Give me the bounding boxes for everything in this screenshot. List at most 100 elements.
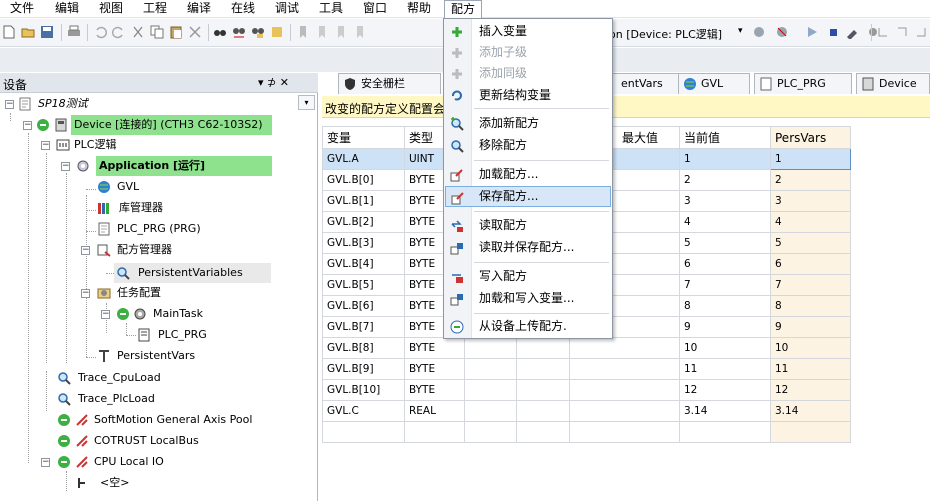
browse-icon[interactable]: [270, 25, 284, 39]
new-file-icon[interactable]: [2, 25, 16, 39]
tree-plc-prg[interactable]: PLC_PRG (PRG): [117, 219, 201, 239]
menu-load-recipe[interactable]: 加载配方...: [445, 164, 611, 185]
bookmark-icon[interactable]: [296, 25, 310, 39]
cell-variable[interactable]: GVL.A: [322, 148, 405, 170]
cell-persvars[interactable]: 4: [770, 211, 851, 233]
cell-persvars[interactable]: 12: [770, 379, 851, 401]
tree-gvl[interactable]: GVL: [117, 177, 139, 197]
tree-local-io[interactable]: CPU Local IO: [94, 452, 164, 472]
menu-view[interactable]: 视图: [93, 0, 129, 18]
tree-trace-plc[interactable]: Trace_PlcLoad: [78, 389, 155, 409]
cell-max[interactable]: [569, 421, 680, 443]
menu-file[interactable]: 文件: [4, 0, 40, 18]
tab-plc-prg[interactable]: PLC_PRG: [754, 73, 852, 94]
cell-type[interactable]: BYTE: [404, 358, 465, 380]
find-icon[interactable]: [213, 25, 227, 39]
tree-application[interactable]: Application [运行]: [96, 156, 272, 176]
menu-online[interactable]: 在线: [225, 0, 261, 18]
cell-variable[interactable]: GVL.B[2]: [322, 211, 405, 233]
logout-icon[interactable]: [775, 25, 789, 39]
cell-type[interactable]: BYTE: [404, 379, 465, 401]
collapse-task-config[interactable]: −: [81, 289, 90, 298]
menu-window[interactable]: 窗口: [357, 0, 393, 18]
menu-add-recipe[interactable]: 添加新配方: [445, 113, 611, 134]
cell-type[interactable]: REAL: [404, 400, 465, 422]
cell-blank-1[interactable]: [464, 379, 517, 401]
cell-current[interactable]: 12: [679, 379, 771, 401]
cell-current[interactable]: 4: [679, 211, 771, 233]
cell-blank-2[interactable]: [516, 379, 570, 401]
tree-library-manager[interactable]: 库管理器: [119, 198, 163, 218]
collapse-plc-logic[interactable]: −: [41, 141, 50, 150]
menu-insert-variable[interactable]: 插入变量: [445, 21, 611, 42]
cell-persvars[interactable]: 7: [770, 274, 851, 296]
menu-project[interactable]: 工程: [137, 0, 173, 18]
bookmark-next-icon[interactable]: [334, 25, 348, 39]
cell-max[interactable]: [569, 379, 680, 401]
delete-icon[interactable]: [188, 25, 202, 39]
tree-softmotion[interactable]: SoftMotion General Axis Pool: [94, 410, 252, 430]
menu-save-recipe[interactable]: 保存配方...: [445, 186, 611, 207]
cell-blank-1[interactable]: [464, 400, 517, 422]
cell-blank-1[interactable]: [464, 358, 517, 380]
start-icon[interactable]: [805, 25, 819, 39]
table-row[interactable]: GVL.B[8] BYTE 10 10: [322, 337, 851, 359]
cell-persvars[interactable]: [770, 421, 851, 443]
cell-variable[interactable]: GVL.B[3]: [322, 232, 405, 254]
step-over-icon[interactable]: [876, 25, 890, 39]
open-folder-icon[interactable]: [21, 25, 35, 39]
cell-current[interactable]: 3.14: [679, 400, 771, 422]
tab-safety-fence[interactable]: 安全栅栏: [338, 73, 441, 94]
cell-persvars[interactable]: 1: [770, 148, 851, 170]
menu-tools[interactable]: 工具: [313, 0, 349, 18]
print-icon[interactable]: [67, 25, 81, 39]
tree-main-task[interactable]: MainTask: [153, 304, 203, 324]
find-in-project-icon[interactable]: [251, 25, 265, 39]
cell-blank-2[interactable]: [516, 400, 570, 422]
table-row[interactable]: GVL.B[10] BYTE 12 12: [322, 379, 851, 401]
cell-persvars[interactable]: 5: [770, 232, 851, 254]
menu-read-recipe[interactable]: 读取配方: [445, 215, 611, 236]
menu-recipe[interactable]: 配方: [444, 0, 483, 18]
cell-current[interactable]: 10: [679, 337, 771, 359]
cell-current[interactable]: 9: [679, 316, 771, 338]
replace-icon[interactable]: [232, 25, 246, 39]
table-row[interactable]: GVL.C REAL 3.14 3.14: [322, 400, 851, 422]
cell-current[interactable]: 1: [679, 148, 771, 170]
cell-persvars[interactable]: 2: [770, 169, 851, 191]
cell-variable[interactable]: GVL.B[4]: [322, 253, 405, 275]
cell-current[interactable]: 11: [679, 358, 771, 380]
menu-update-struct[interactable]: 更新结构变量: [445, 85, 611, 106]
menu-help[interactable]: 帮助: [401, 0, 437, 18]
cell-variable[interactable]: GVL.B[8]: [322, 337, 405, 359]
cell-blank-1[interactable]: [464, 421, 517, 443]
tree-dropdown-button[interactable]: ▾: [298, 95, 315, 110]
undo-icon[interactable]: [93, 25, 107, 39]
stop-icon[interactable]: [826, 25, 840, 39]
menu-remove-recipe[interactable]: 移除配方: [445, 135, 611, 156]
collapse-local-io[interactable]: −: [41, 458, 50, 467]
cell-current[interactable]: 8: [679, 295, 771, 317]
step-out-icon[interactable]: [914, 25, 928, 39]
cell-variable[interactable]: GVL.B[7]: [322, 316, 405, 338]
login-icon[interactable]: [752, 25, 766, 39]
cell-current[interactable]: 7: [679, 274, 771, 296]
col-current[interactable]: 当前值: [679, 126, 771, 149]
panel-controls[interactable]: ▾ ⊅ ✕: [258, 76, 289, 89]
tab-device[interactable]: Device: [856, 73, 930, 94]
cell-blank-1[interactable]: [464, 337, 517, 359]
cell-current[interactable]: 2: [679, 169, 771, 191]
cell-persvars[interactable]: 3: [770, 190, 851, 212]
cell-current[interactable]: 3: [679, 190, 771, 212]
cell-variable[interactable]: GVL.B[9]: [322, 358, 405, 380]
copy-icon[interactable]: [150, 25, 164, 39]
tree-trace-cpu[interactable]: Trace_CpuLoad: [78, 368, 161, 388]
cell-variable[interactable]: [322, 421, 405, 443]
tree-main-task-prg[interactable]: PLC_PRG: [158, 325, 207, 345]
col-persvars[interactable]: PersVars: [770, 126, 851, 149]
tree-project[interactable]: SP18测试: [38, 94, 88, 114]
cell-blank-2[interactable]: [516, 337, 570, 359]
tree-plc-logic[interactable]: PLC逻辑: [74, 135, 116, 155]
col-variable[interactable]: 变量: [322, 126, 405, 149]
cell-persvars[interactable]: 11: [770, 358, 851, 380]
